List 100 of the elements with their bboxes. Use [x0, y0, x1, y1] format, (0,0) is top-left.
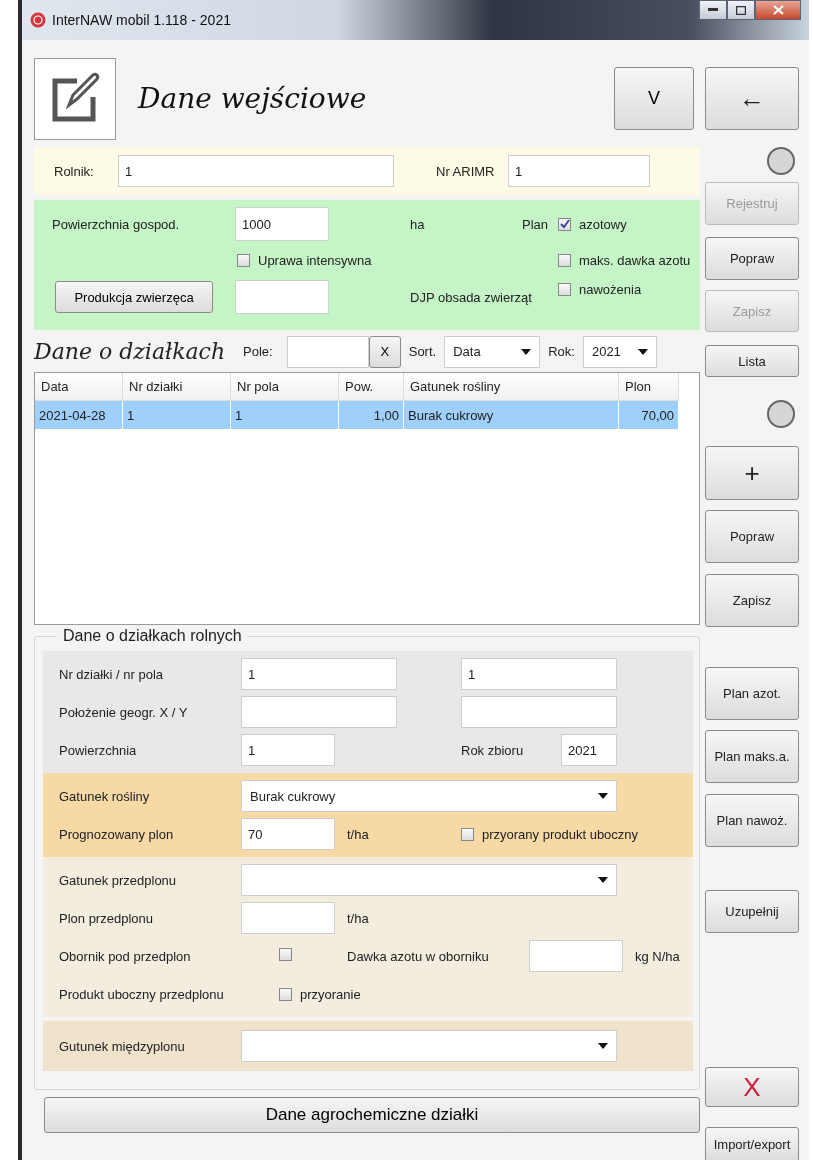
minimize-button[interactable]	[699, 0, 727, 20]
side-button[interactable]: Plan azot.	[705, 667, 799, 720]
field-label: Produkt uboczny przedplonu	[59, 986, 225, 1002]
checkbox[interactable]	[237, 253, 250, 267]
side-button[interactable]: Uzupełnij	[705, 890, 799, 933]
field-label: Dawka azotu w oborniku	[347, 948, 490, 964]
maximize-icon	[736, 5, 746, 15]
checkbox[interactable]	[558, 283, 571, 296]
checkbox-label: azotowy	[579, 216, 627, 232]
edit-icon	[34, 57, 116, 140]
input-field[interactable]: 1	[241, 734, 335, 766]
field-label: Nr działki / nr pola	[59, 666, 165, 682]
status-indicator	[767, 400, 795, 428]
table-cell[interactable]: 1	[231, 401, 339, 429]
agrochemical-data-button[interactable]: Dane agrochemiczne działki	[44, 1097, 700, 1133]
menu-button[interactable]: V	[614, 67, 694, 130]
checkbox-label: przyorany produkt uboczny	[482, 826, 639, 842]
unit-label: t/ha	[347, 910, 369, 926]
unit-label: ha	[410, 216, 425, 232]
input-field[interactable]: 1	[241, 658, 397, 690]
clear-button[interactable]: X	[368, 335, 401, 368]
input-field[interactable]	[529, 940, 623, 972]
side-button[interactable]: Import/export	[705, 1127, 799, 1160]
side-button[interactable]: +	[705, 446, 799, 500]
table-cell[interactable]: 70,00	[619, 401, 679, 429]
side-button[interactable]: Plan maks.a.	[705, 730, 799, 783]
app-logo-icon	[30, 12, 46, 28]
checkbox-label: maks. dawka azotu	[579, 252, 691, 268]
checkbox[interactable]	[461, 827, 474, 841]
unit-label: t/ha	[347, 826, 369, 842]
table-cell[interactable]: 2021-04-28	[35, 401, 123, 429]
animal-production-button[interactable]: Produkcja zwierzęca	[55, 281, 213, 313]
close-icon	[772, 5, 784, 15]
side-button[interactable]: Popraw	[705, 237, 799, 280]
checkbox-label: przyoranie	[300, 986, 361, 1002]
window-title: InterNAW mobil 1.118 - 2021	[52, 12, 231, 28]
column-header[interactable]: Plon	[619, 373, 679, 401]
dropdown-caret-icon	[637, 348, 648, 355]
field-label: Gutunek międzyplonu	[59, 1038, 186, 1054]
table-cell[interactable]: Burak cukrowy	[404, 401, 619, 429]
side-button[interactable]: Popraw	[705, 510, 799, 563]
checkbox[interactable]	[279, 987, 292, 1001]
input-field[interactable]: 2021	[561, 734, 617, 766]
year-dropdown[interactable]: 2021	[582, 335, 657, 368]
input-field[interactable]: 1	[118, 155, 394, 187]
field-label: Rolnik:	[54, 163, 95, 179]
checkbox-label: nawożenia	[579, 282, 642, 297]
field-label: Gatunek przedplonu	[59, 872, 178, 888]
input-field[interactable]: 1	[508, 155, 650, 187]
field-label: Powierzchnia	[59, 742, 138, 758]
field-label: Plon przedplonu	[59, 910, 154, 926]
side-button[interactable]: Zapisz	[705, 574, 799, 627]
field-label: Plan	[521, 216, 548, 232]
field-label: Pole:	[243, 344, 273, 359]
field-label: Powierzchnia gospod.	[52, 216, 181, 232]
minimize-icon	[708, 8, 718, 12]
column-header[interactable]: Nr pola	[231, 373, 339, 401]
field-label: Położenie geogr. X / Y	[59, 704, 189, 720]
field-label: DJP obsada zwierząt	[410, 289, 532, 305]
field-label: Rok:	[548, 344, 575, 359]
field-label: Obornik pod przedplon	[59, 948, 192, 964]
dropdown-caret-icon	[598, 1043, 608, 1049]
delete-button[interactable]: X	[705, 1067, 799, 1107]
column-header[interactable]: Nr działki	[123, 373, 231, 401]
sort-dropdown[interactable]: Data	[444, 335, 541, 368]
maximize-button[interactable]	[727, 0, 755, 20]
field-label: Nr ARIMR	[436, 163, 495, 179]
column-header[interactable]: Pow.	[339, 373, 404, 401]
input-field[interactable]	[235, 280, 329, 314]
input-field[interactable]: 1	[461, 658, 617, 690]
input-field[interactable]: 1000	[235, 207, 329, 241]
unit-label: kg N/ha	[635, 948, 680, 964]
dropdown-caret-icon	[598, 793, 608, 799]
field-label: Gatunek rośliny	[59, 788, 151, 804]
checkbox[interactable]	[279, 948, 292, 961]
column-header[interactable]: Gatunek rośliny	[404, 373, 619, 401]
side-button[interactable]: Lista	[705, 345, 799, 377]
page-title: Dane wejściowe	[138, 82, 367, 115]
input-field[interactable]: 70	[241, 818, 335, 850]
side-button[interactable]: ←	[705, 67, 799, 130]
field-label: Prognozowany plon	[59, 826, 175, 842]
crop-dropdown[interactable]: Burak cukrowy	[241, 780, 617, 812]
table-cell[interactable]: 1,00	[339, 401, 404, 429]
dropdown-caret-icon	[521, 348, 532, 355]
close-button[interactable]	[755, 0, 801, 20]
group-title: Dane o działkach rolnych	[57, 627, 248, 645]
column-header[interactable]: Data	[35, 373, 123, 401]
checkbox[interactable]	[558, 253, 571, 267]
field-label: Sort.	[408, 344, 437, 359]
side-button[interactable]: Plan nawoż.	[705, 794, 799, 847]
input-field[interactable]	[461, 696, 617, 728]
table-cell[interactable]: 1	[123, 401, 231, 429]
status-indicator	[767, 147, 795, 175]
input-field[interactable]	[241, 696, 397, 728]
checkbox-label: Uprawa intensywna	[258, 252, 372, 268]
dropdown-caret-icon	[598, 877, 608, 883]
input-field[interactable]	[241, 902, 335, 934]
section-title: Dane o działkach	[34, 339, 226, 364]
checkbox[interactable]	[558, 217, 571, 231]
filter-field[interactable]	[286, 335, 369, 368]
